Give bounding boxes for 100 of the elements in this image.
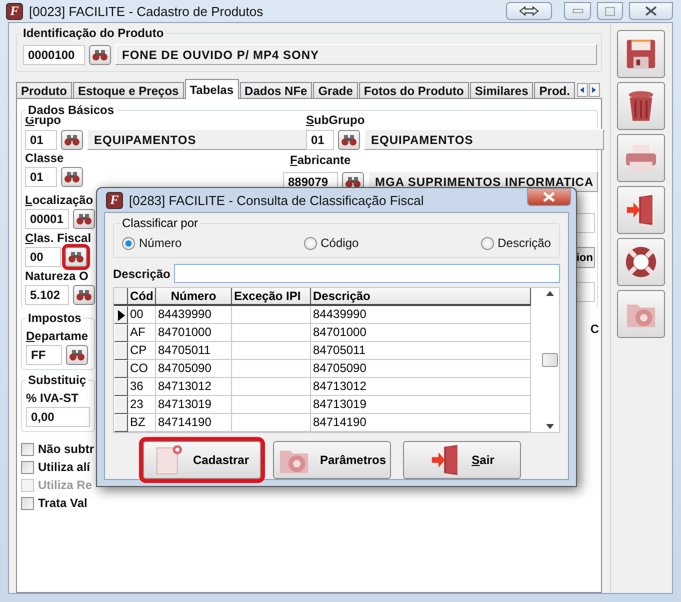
table-cell: 84705090 — [156, 360, 232, 378]
tab[interactable]: Prod. — [534, 82, 575, 99]
checkbox-label: Utiliza Re — [21, 476, 92, 494]
table-cell: 84439990 — [311, 306, 531, 324]
dialog-button[interactable]: Parâmetros — [273, 441, 391, 479]
table-cell: 84705011 — [156, 342, 232, 360]
code-field[interactable]: 00001 — [25, 209, 69, 229]
radio-option[interactable]: Código — [304, 236, 359, 250]
right-arrow-icon — [592, 87, 596, 93]
text-field[interactable] — [575, 213, 595, 233]
row-indicator[interactable] — [114, 396, 128, 414]
tab[interactable]: Produto — [16, 82, 72, 99]
delete-button[interactable] — [617, 82, 665, 130]
checkbox[interactable] — [21, 442, 34, 456]
row-indicator[interactable] — [114, 342, 128, 360]
search-button[interactable] — [61, 167, 83, 187]
binoculars-icon — [69, 349, 85, 361]
binoculars-icon — [76, 213, 92, 225]
table-cell: 84705090 — [311, 360, 531, 378]
code-field[interactable]: 00 — [25, 247, 61, 267]
table-cell: 84713019 — [311, 396, 531, 414]
code-field[interactable]: 5.102 — [25, 285, 69, 305]
search-button[interactable] — [73, 285, 95, 305]
group-label: Classificar por — [120, 216, 200, 230]
tab[interactable]: Dados NFe — [240, 82, 312, 99]
code-field[interactable]: FF — [26, 345, 62, 365]
binoculars-icon — [68, 251, 84, 263]
text-field[interactable] — [575, 282, 595, 302]
table-cell: AF — [128, 324, 156, 342]
group-label: Substituiç — [26, 373, 88, 387]
save-button[interactable] — [617, 30, 665, 78]
table-cell: 36 — [128, 378, 156, 396]
group-label: Identificação do Produto — [21, 26, 166, 40]
row-indicator[interactable] — [114, 306, 128, 324]
scroll-left-button[interactable] — [576, 83, 588, 97]
code-field[interactable]: 01 — [25, 167, 57, 187]
field-label: Descrição — [113, 266, 170, 280]
search-button[interactable] — [73, 209, 95, 229]
row-indicator[interactable] — [114, 414, 128, 432]
search-button[interactable] — [61, 130, 83, 150]
description-field: EQUIPAMENTOS — [364, 129, 604, 150]
binoculars-icon — [341, 134, 357, 146]
field-label: Localização — [25, 193, 94, 207]
code-field[interactable]: 01 — [306, 130, 334, 150]
double-arrow-icon — [519, 6, 539, 16]
field-label: SubGrupo — [306, 113, 365, 127]
close-button[interactable] — [527, 188, 571, 206]
checkbox[interactable] — [21, 496, 34, 510]
field-label: Natureza O — [25, 269, 88, 283]
row-indicator[interactable] — [114, 324, 128, 342]
tab[interactable]: Tabelas — [184, 79, 239, 99]
dialog-title: [0283] FACILITE - Consulta de Classificação Fiscal — [129, 192, 424, 208]
lifebuoy-icon — [624, 245, 658, 279]
help-button[interactable] — [617, 238, 665, 286]
scroll-thumb[interactable] — [542, 353, 558, 367]
field-label: Departame — [26, 329, 90, 343]
row-indicator[interactable] — [114, 378, 128, 396]
table-cell: CO — [128, 360, 156, 378]
scroll-up-icon[interactable] — [546, 291, 554, 296]
minimize-button[interactable] — [564, 2, 591, 20]
search-button[interactable] — [338, 130, 360, 150]
search-button[interactable] — [65, 247, 87, 267]
settings-button[interactable] — [617, 290, 665, 338]
minimize-icon — [572, 9, 582, 13]
scroll-down-icon[interactable] — [546, 424, 554, 429]
table-cell: 00 — [128, 306, 156, 324]
search-button[interactable] — [89, 44, 111, 64]
code-field[interactable]: 01 — [25, 130, 57, 150]
column-header[interactable]: Descrição — [311, 288, 531, 306]
tab[interactable]: Similares — [470, 82, 534, 99]
resize-button[interactable] — [506, 2, 552, 20]
table-cell: 84713012 — [311, 378, 531, 396]
description-field: EQUIPAMENTOS — [87, 129, 307, 150]
search-field[interactable] — [174, 264, 560, 283]
scroll-right-button[interactable] — [588, 83, 600, 97]
description-field: FONE DE OUVIDO P/ MP4 SONY — [115, 44, 597, 65]
left-arrow-icon — [580, 87, 584, 93]
table-cell: CP — [128, 342, 156, 360]
tab[interactable]: Estoque e Preços — [73, 82, 184, 99]
checkbox[interactable] — [21, 460, 34, 474]
radio-option[interactable]: Número — [122, 236, 182, 250]
column-header[interactable]: Exceção IPI — [232, 288, 311, 306]
search-button[interactable] — [66, 345, 88, 365]
dialog-button[interactable]: Sair — [403, 441, 521, 479]
column-header[interactable]: Número — [156, 288, 232, 306]
close-icon — [645, 6, 657, 16]
tab[interactable]: Grade — [313, 82, 358, 99]
exit-button[interactable] — [617, 186, 665, 234]
column-header[interactable]: Cód — [128, 288, 156, 306]
app-logo: F — [6, 2, 23, 20]
tab[interactable]: Fotos do Produto — [358, 82, 469, 99]
value-field[interactable]: 0,00 — [26, 407, 90, 427]
binoculars-icon — [92, 48, 108, 60]
row-indicator[interactable] — [114, 360, 128, 378]
group-label: Dados Básicos — [26, 103, 116, 117]
close-button[interactable] — [629, 2, 673, 20]
code-field[interactable]: 0000100 — [23, 44, 85, 64]
maximize-button[interactable] — [597, 2, 623, 20]
radio-option[interactable]: Descrição — [480, 236, 551, 250]
group-label: Impostos — [26, 311, 84, 325]
